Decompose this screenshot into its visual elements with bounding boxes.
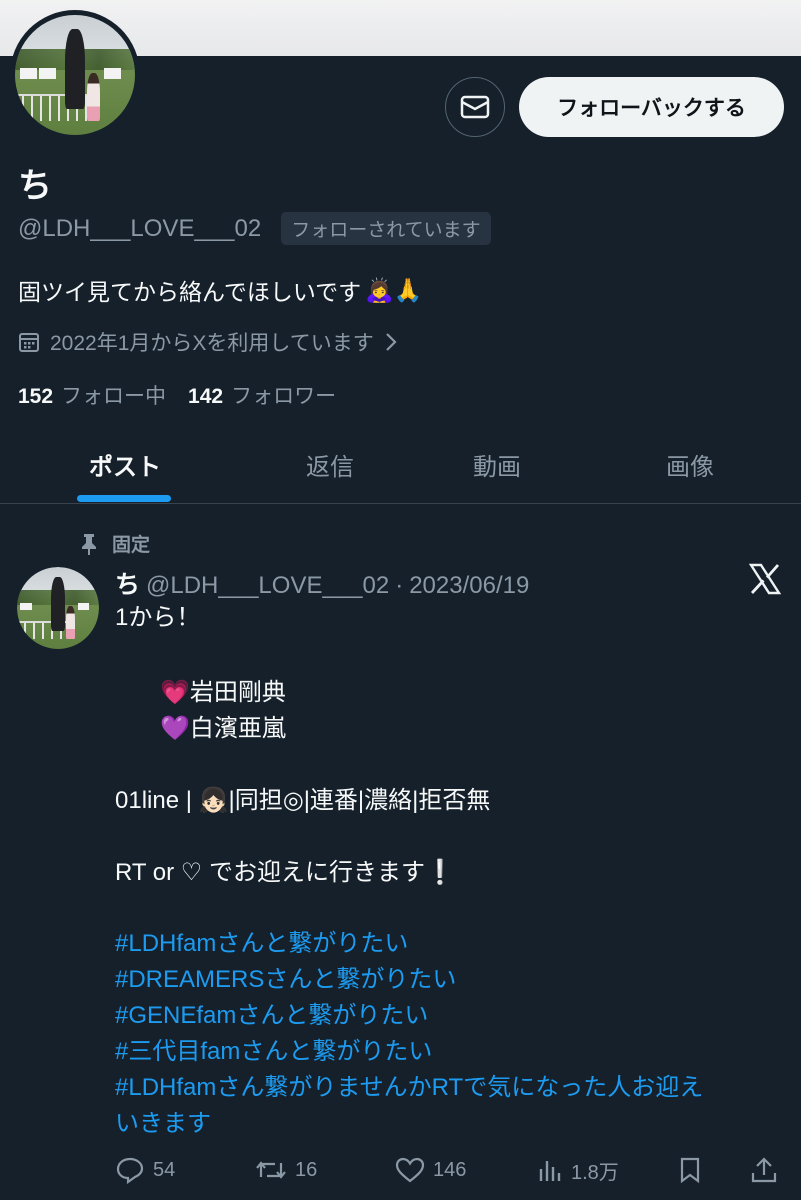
post-author-name[interactable]: ち	[115, 565, 140, 601]
pinned-indicator: 固定	[80, 530, 150, 557]
share-icon	[751, 1157, 777, 1183]
bookmark-button[interactable]	[678, 1150, 702, 1190]
follow-back-button[interactable]: フォローバックする	[519, 77, 784, 137]
message-button[interactable]	[445, 77, 505, 137]
like-button[interactable]: 146	[395, 1150, 466, 1190]
x-logo-icon[interactable]	[748, 562, 782, 596]
like-count: 146	[433, 1158, 467, 1181]
hashtag-link[interactable]: #三代目famさんと繋がりたい	[115, 1034, 785, 1070]
reply-button[interactable]: 54	[115, 1150, 175, 1190]
follows-you-badge: フォローされています	[281, 212, 491, 245]
post-line: RT or ♡ でお迎えに行きます	[115, 859, 425, 886]
reply-count: 54	[153, 1158, 176, 1181]
post-text: 1から！ 💗岩田剛典 💜白濱亜嵐 01line | 👧🏻|同担◎|連番|濃絡|拒…	[115, 600, 785, 1142]
post-author-handle[interactable]: @LDH___LOVE___02	[146, 572, 389, 600]
hashtag-link[interactable]: #GENEfamさんと繋がりたい	[115, 998, 785, 1034]
share-button[interactable]	[750, 1150, 778, 1190]
bio-text: 固ツイ見てから絡んでほしいです	[18, 279, 362, 305]
tab-media[interactable]: 画像	[605, 425, 775, 503]
post-actions: 54 16 146 1.8万	[115, 1150, 785, 1190]
person-emoji: 👧🏻	[198, 786, 229, 814]
hashtag-link[interactable]: #LDHfamさん繋がりませんかRTで気になった人お迎え	[115, 1070, 785, 1106]
mail-icon	[460, 95, 490, 119]
tab-posts[interactable]: ポスト	[40, 425, 210, 503]
post-line: 1から！	[115, 604, 201, 631]
user-handle: @LDH___LOVE___02	[18, 214, 262, 242]
member-name: 白濱亜嵐	[189, 715, 286, 742]
reply-icon	[116, 1157, 144, 1184]
post-date[interactable]: 2023/06/19	[409, 572, 529, 600]
following-stat[interactable]: 152 フォロー中	[18, 380, 166, 410]
join-date[interactable]: 2022年1月からXを利用しています	[18, 327, 398, 357]
profile-avatar[interactable]	[10, 10, 140, 140]
exclamation-emoji: ❕	[424, 858, 455, 886]
calendar-icon	[19, 333, 39, 352]
chevron-right-icon	[386, 333, 397, 351]
join-date-text: 2022年1月からXを利用しています	[50, 332, 374, 355]
member-name: 岩田剛典	[189, 679, 286, 706]
hashtag-link[interactable]: #LDHfamさんと繋がりたい	[115, 926, 785, 962]
post-author-avatar[interactable]	[17, 567, 99, 649]
tab-videos[interactable]: 動画	[412, 425, 582, 503]
post-line: |同担◎|連番|濃絡|拒否無	[228, 787, 491, 814]
purple-heart-emoji: 💜	[160, 714, 190, 742]
hashtag-link-continuation[interactable]: いきます	[115, 1106, 785, 1142]
display-name: ち	[18, 167, 52, 205]
followers-stat[interactable]: 142 フォロワー	[188, 380, 336, 410]
views-icon	[539, 1161, 561, 1181]
repost-button[interactable]: 16	[255, 1150, 317, 1190]
post-header: ち @LDH___LOVE___02 · 2023/06/19	[115, 565, 529, 601]
profile-tabs: ポスト 返信 動画 画像	[0, 425, 801, 504]
repost-icon	[256, 1161, 286, 1179]
meta-separator: ·	[395, 572, 404, 599]
profile-bio: 固ツイ見てから絡んでほしいです 🙇‍♀️🙏	[18, 273, 422, 307]
post-line: 01line |	[115, 787, 199, 814]
bio-emoji: 🙇‍♀️🙏	[365, 277, 423, 304]
hashtag-link[interactable]: #DREAMERSさんと繋がりたい	[115, 962, 785, 998]
views-button[interactable]: 1.8万	[537, 1150, 619, 1190]
active-tab-indicator	[77, 495, 171, 502]
tab-replies[interactable]: 返信	[245, 425, 415, 503]
views-count: 1.8万	[571, 1161, 619, 1184]
like-icon	[395, 1157, 425, 1183]
pin-icon	[82, 533, 96, 555]
pinned-label: 固定	[112, 535, 151, 556]
pink-heart-emoji: 💗	[160, 678, 190, 706]
bookmark-icon	[680, 1157, 700, 1184]
repost-count: 16	[295, 1158, 318, 1181]
